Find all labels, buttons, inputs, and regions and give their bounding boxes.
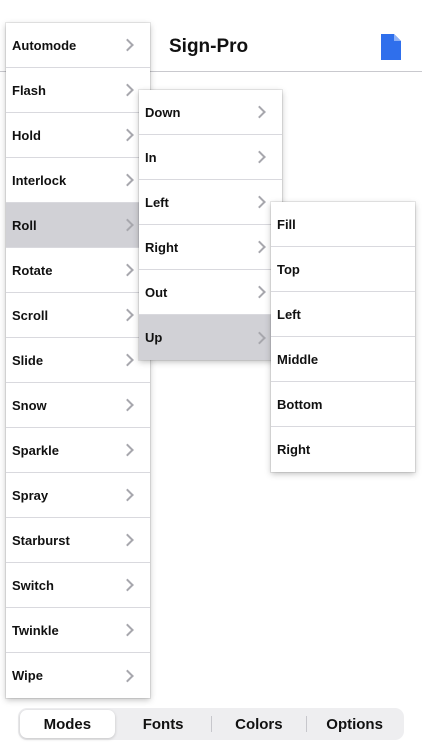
chevron-right-icon [121,533,134,547]
menu-item-label: Slide [12,352,44,368]
option-item-bottom[interactable]: Bottom [271,382,415,427]
menu-item-hold[interactable]: Hold [6,113,150,158]
menu-item-label: Flash [12,82,46,98]
submenu-item-right[interactable]: Right [139,225,282,270]
menu-item-automode[interactable]: Automode [6,23,150,68]
chevron-right-icon [253,150,266,164]
chevron-right-icon [121,623,134,637]
menu-item-flash[interactable]: Flash [6,68,150,113]
chevron-right-icon [121,83,134,97]
menu-item-slide[interactable]: Slide [6,338,150,383]
submenu-item-up[interactable]: Up [139,315,282,360]
menu-item-label: Starburst [12,532,70,548]
menu-item-wipe[interactable]: Wipe [6,653,150,698]
menu-item-spray[interactable]: Spray [6,473,150,518]
chevron-right-icon [121,128,134,142]
menu-item-twinkle[interactable]: Twinkle [6,608,150,653]
up-submenu: Fill Top Left Middle Bottom Right [271,202,415,472]
menu-item-interlock[interactable]: Interlock [6,158,150,203]
menu-item-label: Right [145,239,179,255]
menu-item-snow[interactable]: Snow [6,383,150,428]
chevron-right-icon [121,398,134,412]
menu-item-label: Middle [277,351,319,367]
screen: Sign-Pro Automode Flash Hold Interlock R… [0,0,422,750]
submenu-item-out[interactable]: Out [139,270,282,315]
menu-item-label: Hold [12,127,41,143]
menu-item-label: Roll [12,217,37,233]
chevron-right-icon [253,285,266,299]
document-icon[interactable] [381,34,401,60]
menu-item-label: Up [145,330,163,345]
menu-item-roll[interactable]: Roll [6,203,150,248]
menu-item-label: Left [277,306,301,322]
menu-item-label: Down [145,104,181,120]
option-item-right[interactable]: Right [271,427,415,472]
submenu-item-in[interactable]: In [139,135,282,180]
menu-item-label: Left [145,194,169,210]
chevron-right-icon [121,38,134,52]
menu-item-label: In [145,149,157,165]
app-title: Sign-Pro [169,36,249,57]
menu-item-label: Sparkle [12,442,59,458]
tab-modes[interactable]: Modes [20,710,115,738]
menu-item-label: Twinkle [12,622,59,638]
menu-item-label: Bottom [277,396,323,412]
option-item-middle[interactable]: Middle [271,337,415,382]
chevron-right-icon [121,353,134,367]
submenu-item-down[interactable]: Down [139,90,282,135]
menu-item-sparkle[interactable]: Sparkle [6,428,150,473]
menu-item-label: Interlock [12,172,67,188]
menu-item-label: Scroll [12,307,49,323]
chevron-right-icon [121,488,134,502]
tab-options[interactable]: Options [307,710,402,738]
option-item-fill[interactable]: Fill [271,202,415,247]
roll-submenu: Down In Left Right Out Up [139,90,282,360]
menu-item-label: Wipe [12,668,43,683]
chevron-right-icon [121,218,134,232]
menu-item-switch[interactable]: Switch [6,563,150,608]
tab-fonts[interactable]: Fonts [116,710,211,738]
menu-item-label: Top [277,261,300,277]
chevron-right-icon [253,105,266,119]
chevron-right-icon [121,263,134,277]
menu-item-label: Snow [12,397,47,413]
menu-item-label: Automode [12,37,77,53]
chevron-right-icon [121,173,134,187]
menu-item-scroll[interactable]: Scroll [6,293,150,338]
chevron-right-icon [121,578,134,592]
bottom-segmented-control: Modes Fonts Colors Options [18,708,404,740]
chevron-right-icon [121,669,134,682]
submenu-item-left[interactable]: Left [139,180,282,225]
chevron-right-icon [253,195,266,209]
menu-item-label: Fill [277,216,296,232]
tab-colors[interactable]: Colors [212,710,307,738]
chevron-right-icon [121,308,134,322]
menu-item-label: Right [277,442,311,457]
chevron-right-icon [253,240,266,254]
menu-item-label: Out [145,284,168,300]
menu-item-starburst[interactable]: Starburst [6,518,150,563]
chevron-right-icon [121,443,134,457]
modes-menu: Automode Flash Hold Interlock Roll Rotat… [6,23,150,698]
menu-item-label: Rotate [12,262,53,278]
chevron-right-icon [253,331,266,344]
option-item-left[interactable]: Left [271,292,415,337]
menu-item-rotate[interactable]: Rotate [6,248,150,293]
menu-item-label: Spray [12,487,49,503]
menu-item-label: Switch [12,577,54,593]
option-item-top[interactable]: Top [271,247,415,292]
